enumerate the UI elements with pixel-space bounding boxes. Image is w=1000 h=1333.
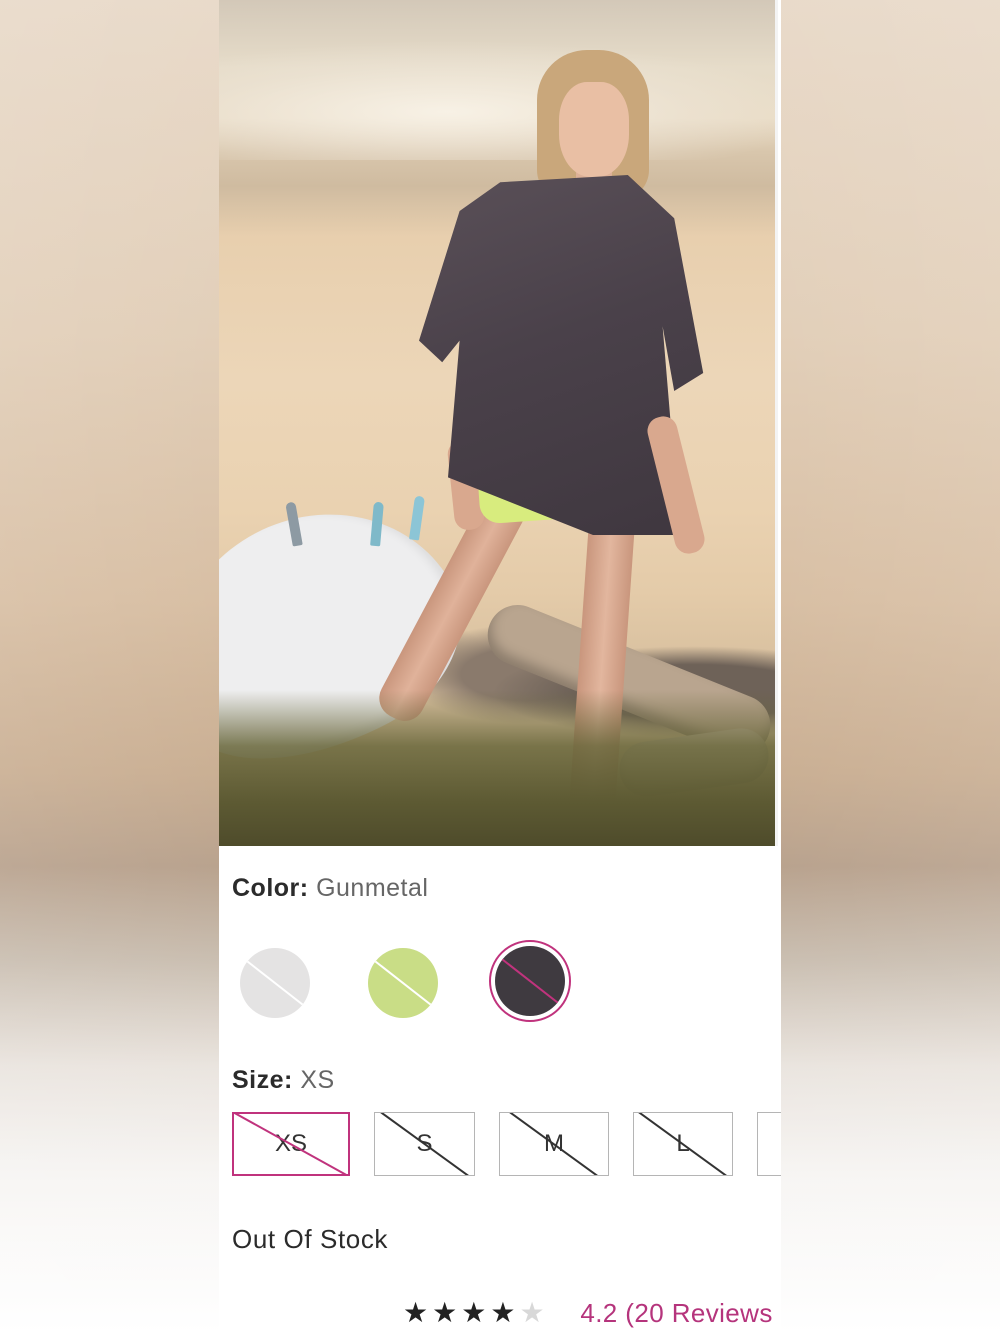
star-empty-icon: ★ xyxy=(519,1297,549,1328)
size-option-l[interactable]: L xyxy=(633,1112,733,1176)
product-page: Color: Gunmetal Size: XS XS S xyxy=(219,0,781,1333)
color-selection-label: Color: Gunmetal xyxy=(232,874,428,903)
grass xyxy=(219,690,778,846)
star-icon: ★ xyxy=(432,1297,462,1328)
rating-summary[interactable]: ★★★★★ 4.2 (20 Reviews xyxy=(403,1296,773,1329)
reviews-link[interactable]: 4.2 (20 Reviews xyxy=(580,1298,772,1328)
color-swatch-white[interactable] xyxy=(240,948,310,1018)
surf-foam xyxy=(219,40,778,160)
color-swatch-gunmetal[interactable] xyxy=(495,946,565,1016)
size-label: Size: xyxy=(232,1066,293,1094)
product-image[interactable] xyxy=(219,0,778,846)
color-label: Color: xyxy=(232,874,309,902)
color-swatch-lime[interactable] xyxy=(368,948,438,1018)
star-icon: ★ xyxy=(461,1297,491,1328)
unavailable-strike xyxy=(634,1113,732,1175)
size-option-m[interactable]: M xyxy=(499,1112,609,1176)
image-edge xyxy=(775,0,778,846)
stock-status: Out Of Stock xyxy=(232,1224,389,1254)
product-details: Color: Gunmetal Size: XS XS S xyxy=(219,846,781,1333)
size-value: XS xyxy=(300,1066,335,1094)
surfboard-fin xyxy=(408,495,426,541)
model-face xyxy=(559,82,629,177)
color-value: Gunmetal xyxy=(316,874,429,902)
star-rating: ★★★★★ xyxy=(403,1297,560,1328)
size-option-xl-partial[interactable] xyxy=(757,1112,781,1176)
unavailable-strike xyxy=(375,1113,474,1175)
unavailable-strike xyxy=(234,1114,348,1174)
unavailable-strike xyxy=(505,1113,603,1175)
size-option-s[interactable]: S xyxy=(374,1112,475,1176)
star-icon: ★ xyxy=(403,1297,433,1328)
star-icon: ★ xyxy=(490,1297,520,1328)
size-option-xs[interactable]: XS xyxy=(232,1112,350,1176)
size-selection-label: Size: XS xyxy=(232,1066,335,1095)
